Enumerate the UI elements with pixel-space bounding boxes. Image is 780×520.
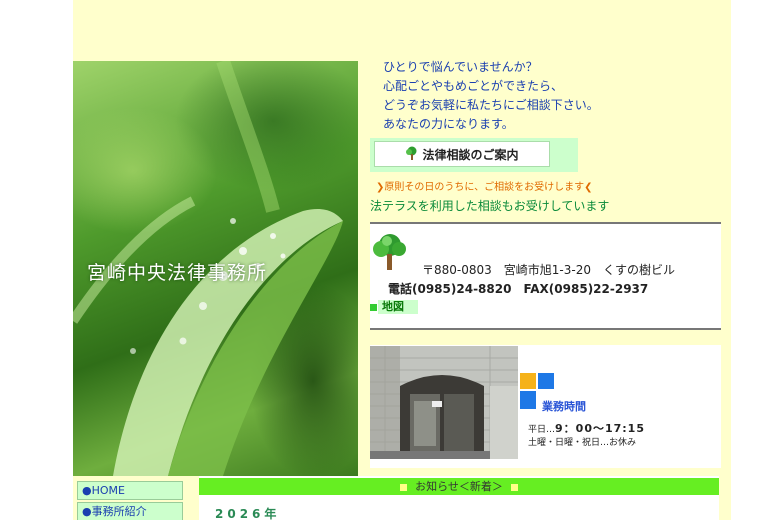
nav-item-office-intro[interactable]: ●事務所紹介 xyxy=(77,502,183,520)
site-title: 宮崎中央法律事務所 xyxy=(87,262,268,284)
same-day-note: ❯原則その日のうちに、ご相談をお受けします❮ xyxy=(376,182,593,193)
tree-icon xyxy=(405,146,419,163)
news-section: お知らせ＜新着＞ 2026年 xyxy=(199,476,719,520)
holiday-hours: 土曜・日曜・祝日…お休み xyxy=(528,438,637,448)
tree-icon xyxy=(370,232,410,276)
consult-banner: 法律相談のご案内 xyxy=(370,138,578,172)
weekday-prefix: 平日… xyxy=(528,425,556,435)
news-header-label: お知らせ＜新着＞ xyxy=(415,480,503,493)
intro-line: あなたの力になります。 xyxy=(383,117,514,131)
intro-line: 心配ごとやもめごとができたら、 xyxy=(383,79,564,93)
contact-panel: 〒880-0803 宮崎市旭1-3-20 くすの樹ビル 電話(0985)24-8… xyxy=(370,222,721,330)
weekday-time: 9：00〜17:15 xyxy=(555,422,645,435)
intro-line: ひとりで悩んでいませんか？ xyxy=(383,60,538,74)
office-photo xyxy=(370,346,518,459)
news-header: お知らせ＜新着＞ xyxy=(199,478,719,495)
page-container: 宮崎中央法律事務所 ひとりで悩んでいませんか？ 心配ごとやもめごとができたら、 … xyxy=(73,0,731,520)
consult-guide-button[interactable]: 法律相談のご案内 xyxy=(374,141,550,167)
news-year: 2026年 xyxy=(215,507,281,520)
intro-message: ひとりで悩んでいませんか？ 心配ごとやもめごとができたら、 どうぞお気軽に私たち… xyxy=(383,58,723,134)
map-link[interactable]: 地図 xyxy=(370,300,440,314)
houterasu-note: 法テラスを利用した相談もお受けしています xyxy=(370,199,610,213)
phone-fax: 電話(0985)24-8820 FAX(0985)22-2937 xyxy=(388,282,649,296)
green-square-icon xyxy=(370,303,377,311)
hero-image: 宮崎中央法律事務所 xyxy=(73,61,358,476)
weekday-hours: 平日…9：00〜17:15 xyxy=(528,420,645,436)
sidebar-nav: ●HOME ●事務所紹介 xyxy=(73,476,191,520)
nav-item-home[interactable]: ●HOME xyxy=(77,481,183,500)
square-icon xyxy=(510,483,518,491)
hours-title: 業務時間 xyxy=(542,400,586,413)
square-icon xyxy=(400,483,408,491)
hours-panel: 業務時間 平日…9：00〜17:15 土曜・日曜・祝日…お休み xyxy=(370,345,721,468)
office-address: 〒880-0803 宮崎市旭1-3-20 くすの樹ビル xyxy=(422,263,675,277)
intro-line: どうぞお気軽に私たちにご相談下さい。 xyxy=(383,98,599,112)
consult-guide-label: 法律相談のご案内 xyxy=(422,147,519,162)
map-label: 地図 xyxy=(378,300,418,314)
